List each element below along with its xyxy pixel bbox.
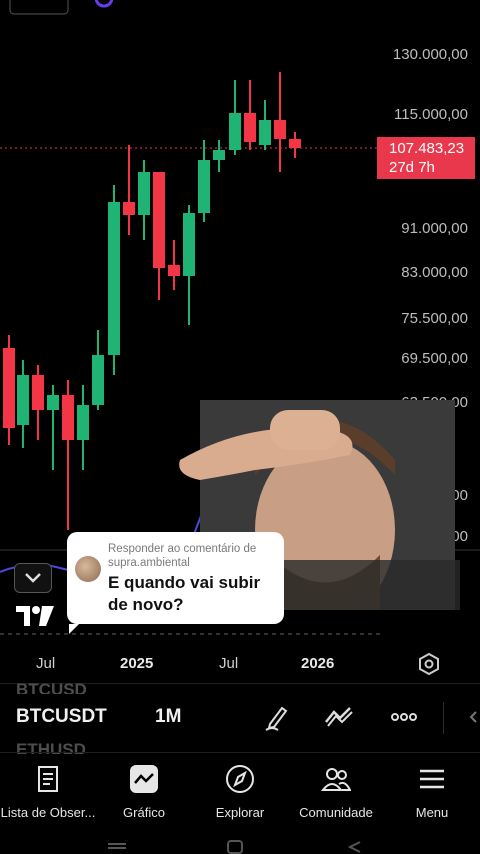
- nav-label-explore: Explorar: [215, 805, 265, 820]
- candle-body: [32, 375, 44, 410]
- candle-body: [274, 120, 286, 139]
- candle-body: [259, 120, 271, 145]
- current-price-tag: 107.483,23 27d 7h: [377, 137, 475, 179]
- indicator-icon[interactable]: [324, 702, 354, 732]
- chevron-down-icon: [25, 573, 41, 583]
- candle-body: [108, 202, 120, 355]
- home-icon: [227, 840, 243, 854]
- compass-icon: [226, 765, 254, 793]
- candle-body: [153, 172, 165, 268]
- candle-body: [244, 113, 256, 142]
- more-icon[interactable]: [389, 702, 419, 732]
- back-icon: [347, 841, 361, 853]
- reply-comment-bubble: Responder ao comentário de supra.ambient…: [67, 532, 284, 634]
- ticker-prev[interactable]: BTCUSD 1S: [16, 680, 87, 694]
- price-level-130000: 130.000,00: [392, 46, 468, 63]
- toolbar-divider: [443, 702, 444, 734]
- community-icon: [320, 768, 352, 791]
- commenter-avatar: [75, 556, 101, 582]
- candle-body: [17, 375, 29, 425]
- nav-chart[interactable]: Gráfico: [96, 760, 192, 820]
- ticker-current[interactable]: BTCUSDT 1M: [16, 706, 181, 728]
- ticker-prev-symbol: BTCUSD: [16, 680, 87, 694]
- candle-body: [47, 395, 59, 410]
- nav-label-menu: Menu: [415, 805, 449, 820]
- candle-body: [289, 139, 301, 148]
- candle-body: [138, 172, 150, 215]
- comment-text: E quando vai subir de novo?: [108, 573, 261, 614]
- candle-body: [213, 150, 225, 160]
- tradingview-logo: [16, 606, 54, 626]
- chart-settings-icon[interactable]: [417, 652, 441, 676]
- collapse-chart-button[interactable]: [14, 563, 52, 593]
- ticker-interval: 1M: [155, 706, 182, 727]
- candle-body: [92, 355, 104, 405]
- price-level-75500: 75.500,00: [401, 310, 468, 327]
- candle-body: [183, 213, 195, 276]
- menu-icon: [420, 769, 444, 789]
- candle-body: [198, 160, 210, 213]
- nav-label-community: Comunidade: [299, 805, 373, 820]
- candle-body: [229, 113, 241, 150]
- recent-apps-icon: [108, 843, 126, 849]
- chart-icon: [130, 765, 158, 793]
- reply-to-label: Responder ao comentário de supra.ambient…: [108, 543, 257, 569]
- price-level-83000: 83.000,00: [401, 264, 468, 281]
- top-indicator-dot[interactable]: [94, 0, 114, 8]
- candle-countdown: 27d 7h: [389, 159, 435, 176]
- divider: [0, 752, 480, 753]
- top-left-control[interactable]: [9, 0, 69, 15]
- nav-menu[interactable]: Menu: [384, 760, 480, 820]
- price-level-115000: 115.000,00: [394, 106, 468, 123]
- watchlist-icon: [38, 766, 58, 792]
- pencil-icon[interactable]: [262, 702, 292, 732]
- x-label-jul-2025: Jul: [219, 655, 239, 672]
- ticker-symbol: BTCUSDT: [16, 706, 107, 727]
- nav-watchlist[interactable]: Lista de Obser...: [0, 760, 96, 820]
- x-label-2025: 2025: [120, 655, 154, 672]
- candle-body: [62, 395, 74, 440]
- candle-body: [168, 265, 180, 276]
- nav-label-chart: Gráfico: [123, 805, 165, 820]
- nav-label-watchlist: Lista de Obser...: [0, 805, 96, 820]
- x-label-2026: 2026: [301, 655, 335, 672]
- price-level-69500: 69.500,00: [401, 350, 468, 367]
- candle-body: [123, 202, 135, 215]
- price-level-91000: 91.000,00: [401, 220, 468, 237]
- android-navigation-bar: [108, 840, 361, 854]
- candle-body: [3, 348, 15, 428]
- x-label-jul-2024: Jul: [36, 655, 56, 672]
- nav-community[interactable]: Comunidade: [288, 760, 384, 820]
- current-price: 107.483,23: [389, 140, 465, 157]
- candle-body: [77, 405, 89, 440]
- nav-explore[interactable]: Explorar: [192, 760, 288, 820]
- chevron-left-icon[interactable]: [464, 702, 480, 732]
